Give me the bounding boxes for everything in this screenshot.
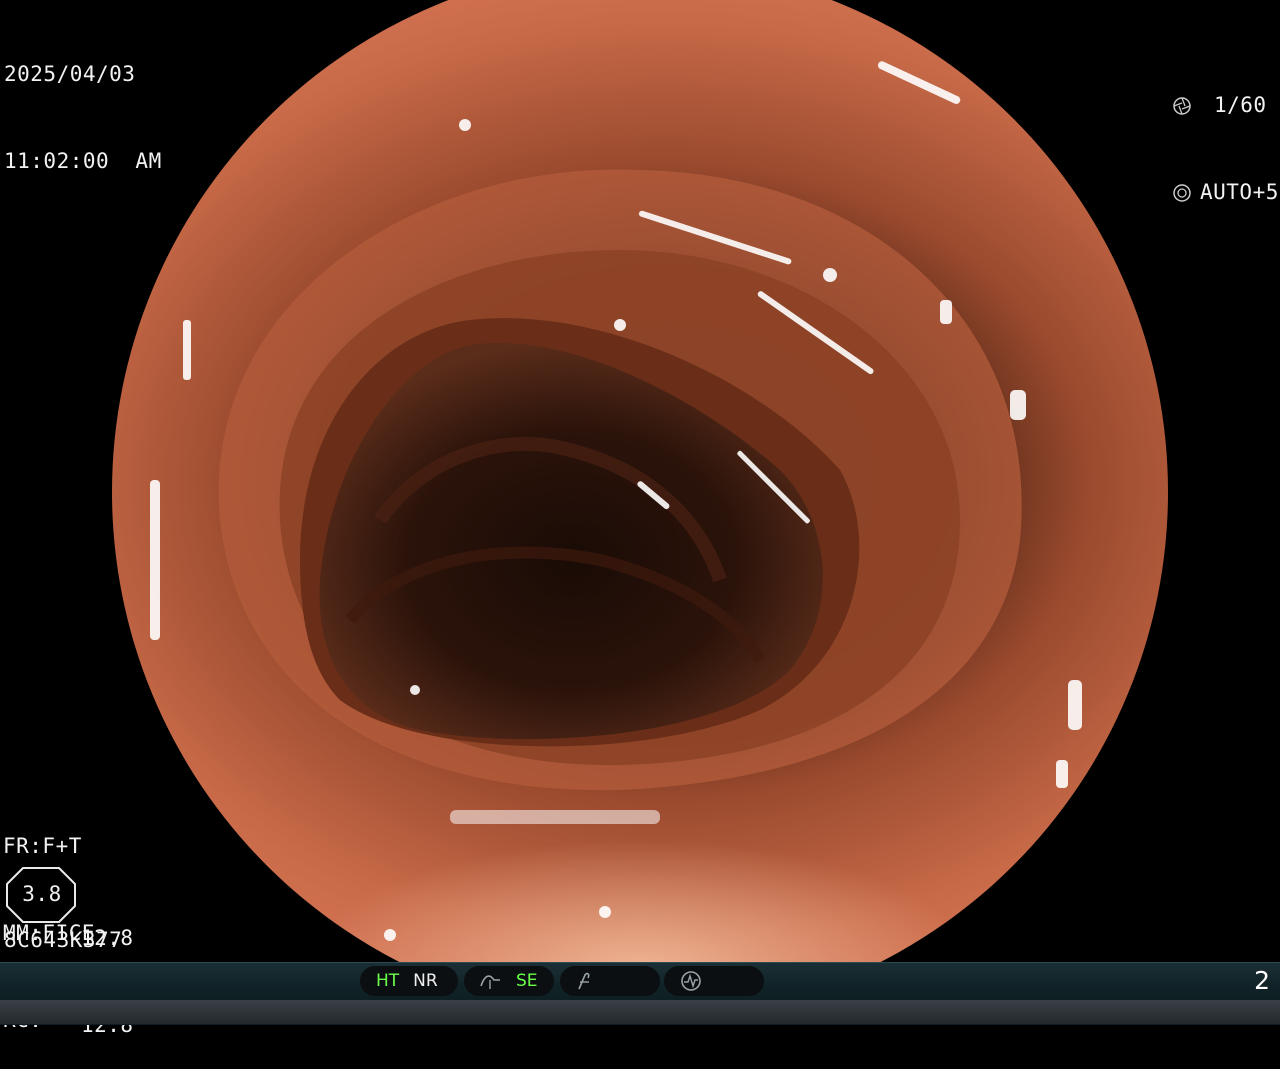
shutter-row: 1/60 (1172, 91, 1279, 120)
se-label: SE (516, 971, 538, 991)
fr-label: FR:F+T (3, 834, 82, 858)
wave-indicator (664, 966, 764, 996)
status-bar-strip (0, 1000, 1280, 1024)
exposure-row: AUTO+5 (1172, 178, 1279, 207)
time-label: 11:02:00 AM (4, 149, 162, 173)
exposure-mode: AUTO+5 (1200, 180, 1279, 204)
serial-number: 8C643K377 (4, 928, 123, 952)
edge-indicator (560, 966, 660, 996)
endoscope-view (112, 0, 1168, 962)
date-time-block: 2025/04/03 11:02:00 AM (4, 2, 162, 205)
ht-label: HT (376, 971, 400, 991)
aperture-icon (1173, 96, 1191, 115)
exposure-info: 1/60 AUTO+5 (1172, 33, 1279, 236)
iris-icon (1173, 183, 1191, 202)
shutter-speed: 1/60 (1214, 93, 1267, 117)
page-number: 2 (1254, 966, 1270, 995)
se-indicator: SE (464, 966, 554, 996)
ht-nr-indicator: HT NR (360, 966, 458, 996)
wave-circle-icon (681, 971, 701, 991)
zoom-value: 3.8 (22, 882, 62, 906)
edge-enhance-icon (578, 972, 590, 990)
nr-label: NR (413, 971, 438, 991)
gamma-curve-icon (480, 975, 500, 989)
date-label: 2025/04/03 (4, 62, 136, 86)
